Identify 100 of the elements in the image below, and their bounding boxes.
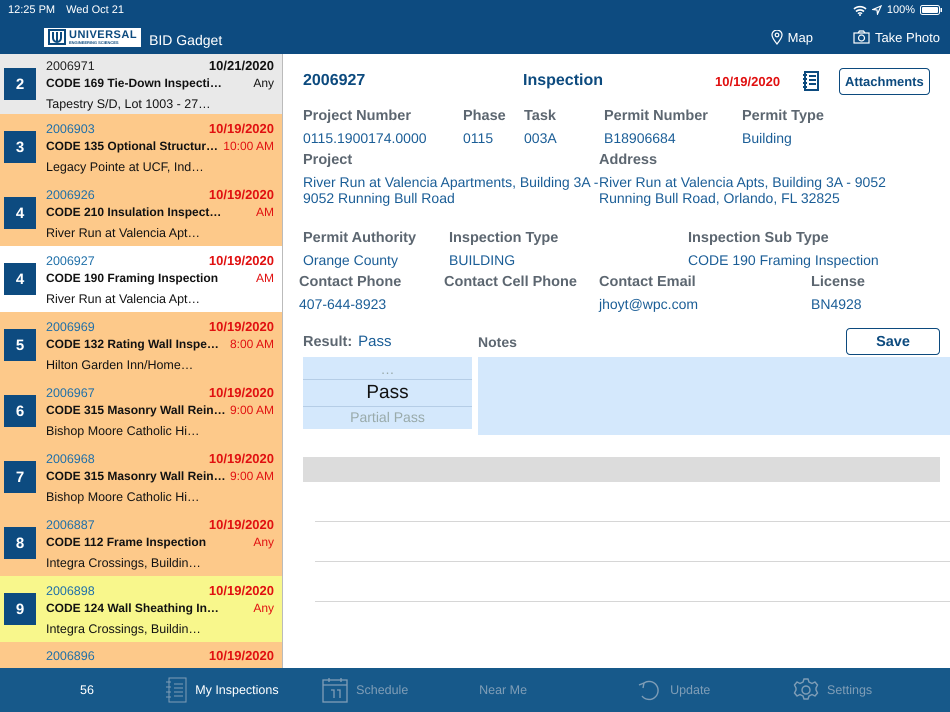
- number-badge: 5: [4, 329, 36, 361]
- inspection-id: 2006926: [46, 188, 95, 202]
- inspection-title: CODE 190 Framing Inspection: [46, 270, 218, 284]
- notebook-icon[interactable]: [803, 71, 819, 91]
- field-value: B18906684: [604, 130, 677, 146]
- inspection-list-item[interactable]: 6 2006967 10/19/2020 CODE 315 Masonry Wall Rein… 9:00 AM Bishop Moore Catholic Hi…: [0, 378, 282, 444]
- field-value: CODE 190 Framing Inspection: [688, 252, 880, 268]
- field-value: BUILDING: [449, 252, 516, 268]
- inspection-list-item[interactable]: 2 2006971 10/21/2020 CODE 169 Tie-Down Inspecti… Any Tapestry S/D, Lot 1003 - 27…: [0, 54, 282, 114]
- field-label: Project Number: [303, 108, 412, 124]
- inspection-location: Bishop Moore Catholic Hi…: [46, 424, 201, 438]
- inspection-date: 10/19/2020: [208, 450, 274, 466]
- inspection-title: CODE 124 Wall Sheathing In…: [46, 600, 219, 614]
- inspection-time: 9:00 AM: [230, 402, 274, 416]
- field-value: BN4928: [811, 296, 863, 312]
- inspection-id: 2006887: [46, 518, 95, 532]
- status-time: 12:25 PM: [8, 4, 56, 16]
- inspection-time: Any: [253, 600, 274, 614]
- field-label: Phase: [463, 108, 507, 124]
- field-value: River Run at Valencia Apts, Building 3A - 9052 Running Bull Road, Orlando, FL 32825: [599, 174, 887, 206]
- inspection-id: 2006896: [46, 649, 95, 663]
- inspection-id: 2006969: [46, 320, 95, 334]
- inspection-date: 10/21/2020: [208, 58, 274, 72]
- wifi-icon: [852, 4, 867, 16]
- field-value: 003A: [524, 130, 558, 146]
- inspection-date: 10/19/2020: [208, 252, 274, 268]
- detail-heading: Inspection: [523, 72, 604, 90]
- attachments-button[interactable]: Attachments: [839, 68, 930, 94]
- number-badge: 6: [4, 395, 36, 427]
- number-badge: 4: [4, 197, 36, 229]
- location-arrow-icon: [872, 5, 882, 15]
- inspection-time: AM: [256, 204, 274, 218]
- inspection-list-item[interactable]: 4 2006926 10/19/2020 CODE 210 Insulation Inspect… AM River Run at Valencia Apt…: [0, 180, 282, 246]
- inspection-title: CODE 132 Rating Wall Inspe…: [46, 336, 219, 350]
- inspection-title: CODE 315 Masonry Wall Rein…: [46, 468, 226, 482]
- field-label: Contact Email: [599, 274, 697, 290]
- status-date: Wed Oct 21: [66, 4, 124, 16]
- inspection-list-item[interactable]: 9 2006898 10/19/2020 CODE 124 Wall Sheathing In… Any Integra Crossings, Buildin…: [0, 576, 282, 642]
- battery-percentage: 100%: [886, 4, 915, 16]
- result-label: Result:: [303, 334, 352, 350]
- inspection-date: 10/19/2020: [715, 74, 782, 88]
- inspection-title: CODE 315 Masonry Wall Rein…: [46, 402, 226, 416]
- field-label: Contact Phone: [299, 274, 402, 290]
- field-label: Contact Cell Phone: [444, 274, 578, 290]
- field-label: Permit Authority: [303, 230, 418, 246]
- field-value: 0115: [463, 130, 494, 146]
- field-label: License: [811, 274, 866, 290]
- picker-option[interactable]: Pass: [303, 380, 472, 408]
- inspection-list-item[interactable]: 3 2006903 10/19/2020 CODE 135 Optional Structur… 10:00 AM Legacy Pointe at UCF, Ind…: [0, 114, 282, 180]
- inspection-date: 10/19/2020: [208, 648, 274, 663]
- inspection-time: Any: [253, 76, 274, 90]
- field-value: Orange County: [303, 252, 399, 268]
- calendar-icon: [322, 677, 348, 703]
- inspection-date: 10/19/2020: [208, 384, 274, 400]
- inspection-id: 2006903: [46, 122, 95, 136]
- app-title: BID Gadget: [149, 32, 222, 48]
- field-value: 407-644-8923: [299, 296, 388, 312]
- field-label: Permit Number: [604, 108, 709, 124]
- field-value: Building: [742, 130, 793, 146]
- result-value: Pass: [358, 333, 392, 351]
- inspection-time: 10:00 AM: [223, 138, 274, 152]
- inspection-id: 2006927: [46, 254, 95, 268]
- inspection-date: 10/19/2020: [208, 120, 274, 136]
- inspection-time: 8:00 AM: [230, 336, 274, 350]
- inspection-number: 2006927: [303, 72, 366, 90]
- inspection-time: 9:00 AM: [230, 468, 274, 482]
- inspection-location: Integra Crossings, Buildin…: [46, 556, 202, 570]
- save-button[interactable]: Save: [846, 328, 940, 356]
- take-photo-button[interactable]: Take Photo: [852, 30, 940, 44]
- inspection-list-item[interactable]: 8 2006887 10/19/2020 CODE 112 Frame Inspection Any Integra Crossings, Buildin…: [0, 510, 282, 576]
- inspection-list-item[interactable]: 2006896 10/19/2020: [0, 642, 282, 668]
- inspection-id: 2006967: [46, 386, 95, 400]
- inspection-location: Bishop Moore Catholic Hi…: [46, 490, 201, 504]
- map-button[interactable]: Map: [770, 30, 813, 44]
- number-badge: 8: [4, 527, 36, 559]
- number-badge: 4: [4, 263, 36, 295]
- camera-icon: [852, 30, 870, 44]
- field-label: Permit Type: [742, 108, 825, 124]
- result-picker[interactable]: … Pass Partial Pass: [303, 357, 472, 430]
- field-label: Inspection Sub Type: [688, 230, 830, 246]
- field-label: Inspection Type: [449, 230, 560, 246]
- inspection-id: 2006898: [46, 584, 95, 598]
- notes-label: Notes: [478, 334, 517, 350]
- inspection-location: Tapestry S/D, Lot 1003 - 27…: [46, 96, 212, 110]
- inspection-location: Integra Crossings, Buildin…: [46, 622, 202, 636]
- number-badge: 3: [4, 131, 36, 163]
- number-badge: 9: [4, 593, 36, 625]
- inspection-id: 2006968: [46, 452, 95, 466]
- number-badge: 7: [4, 461, 36, 493]
- notebook-icon: [165, 677, 188, 703]
- notes-field[interactable]: [478, 357, 950, 436]
- inspection-date: 10/19/2020: [208, 516, 274, 532]
- inspection-list-item[interactable]: 5 2006969 10/19/2020 CODE 132 Rating Wall Inspe… 8:00 AM Hilton Garden Inn/Home…: [0, 312, 282, 378]
- tab-bar-item[interactable]: My Inspections: [165, 677, 322, 703]
- inspection-time: Any: [253, 534, 274, 548]
- inspection-title: CODE 169 Tie-Down Inspecti…: [46, 76, 222, 90]
- field-value: jhoyt@wpc.com: [599, 296, 700, 312]
- inspection-title: CODE 135 Optional Structur…: [46, 138, 218, 152]
- inspection-location: River Run at Valencia Apt…: [46, 226, 202, 240]
- inspection-list-item[interactable]: 7 2006968 10/19/2020 CODE 315 Masonry Wall Rein… 9:00 AM Bishop Moore Catholic Hi…: [0, 444, 282, 510]
